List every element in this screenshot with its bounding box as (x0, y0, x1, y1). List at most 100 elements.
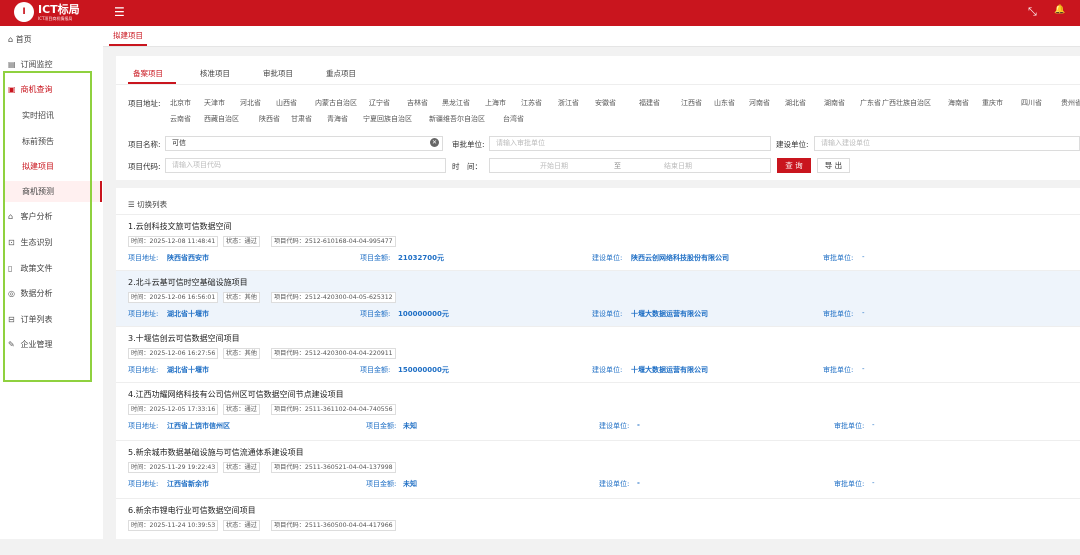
builder-value: - (637, 479, 640, 487)
region-option[interactable]: 广东省 (860, 98, 881, 108)
status-tag: 状态：通过 (223, 404, 260, 415)
list-item[interactable]: 5.新余城市数据基础设施与可信流通体系建设项目 时间：2025-11-29 19:… (116, 440, 1080, 497)
region-option[interactable]: 新疆维吾尔自治区 (429, 114, 485, 124)
address-label: 项目地址: (128, 480, 159, 488)
bell-icon[interactable]: 🔔 (1054, 5, 1065, 15)
approval-label: 审批单位: (834, 422, 865, 430)
region-option[interactable]: 江西省 (681, 98, 702, 108)
code-tag: 项目代码：2511-360500-04-04-417966 (271, 520, 396, 531)
approval-value: - (872, 479, 875, 487)
region-label: 项目地址: (128, 99, 161, 108)
region-option[interactable]: 重庆市 (982, 98, 1003, 108)
switch-list-toggle[interactable]: ☰ 切换列表 (128, 199, 167, 210)
logo-mark: I (14, 2, 34, 22)
selected-row-indicator (100, 181, 102, 202)
fullscreen-icon[interactable]: ⤡ (1028, 5, 1037, 19)
page-tabs: 拟建项目 (103, 26, 1080, 47)
approval-label: 审批单位: (823, 310, 854, 318)
logo-title: ICT标局 (38, 2, 80, 16)
subtab-key[interactable]: 重点项目 (326, 68, 356, 79)
project-name-input[interactable]: 可信 (165, 136, 443, 151)
start-date-input[interactable]: 开始日期 (540, 161, 568, 171)
address-label: 项目地址: (128, 254, 159, 262)
region-option[interactable]: 北京市 (170, 98, 191, 108)
builder-value: 十堰大数据运营有限公司 (631, 366, 708, 374)
project-title[interactable]: 4.江西功耀网络科技有公司信州区可信数据空间节点建设项目 (128, 389, 344, 400)
region-option[interactable]: 江苏省 (521, 98, 542, 108)
list-item[interactable]: 6.新余市锂电行业可信数据空间项目 时间：2025-11-24 10:39:53 状… (116, 498, 1080, 555)
menu-toggle-icon[interactable]: ☰ (114, 5, 125, 19)
region-option[interactable]: 广西壮族自治区 (882, 98, 931, 108)
list-item[interactable]: 3.十堰信创云可信数据空间项目 时间：2025-12-06 16:27:56 状态：… (116, 326, 1080, 383)
project-title[interactable]: 3.十堰信创云可信数据空间项目 (128, 333, 240, 344)
region-option[interactable]: 湖南省 (824, 98, 845, 108)
region-option[interactable]: 甘肃省 (291, 114, 312, 124)
approval-label: 审批单位: (834, 480, 865, 488)
time-tag: 时间：2025-12-06 16:27:56 (128, 348, 219, 359)
amount-label: 项目金额: (360, 366, 391, 374)
region-option[interactable]: 内蒙古自治区 (315, 98, 357, 108)
clear-icon[interactable]: ✕ (430, 138, 439, 147)
region-option[interactable]: 浙江省 (558, 98, 579, 108)
query-button[interactable]: 查 询 (777, 158, 811, 173)
time-tag: 时间：2025-12-06 16:56:01 (128, 292, 219, 303)
region-option[interactable]: 黑龙江省 (442, 98, 470, 108)
region-option[interactable]: 宁夏回族自治区 (363, 114, 412, 124)
region-option[interactable]: 青海省 (327, 114, 348, 124)
region-option[interactable]: 福建省 (639, 98, 660, 108)
subtab-approved[interactable]: 核准项目 (200, 68, 230, 79)
region-option[interactable]: 辽宁省 (369, 98, 390, 108)
region-option[interactable]: 湖北省 (785, 98, 806, 108)
project-title[interactable]: 5.新余城市数据基础设施与可信流通体系建设项目 (128, 447, 304, 458)
tab-proposed-projects[interactable]: 拟建项目 (109, 26, 147, 46)
approval-unit-label: 审批单位: (452, 140, 485, 149)
code-tag: 项目代码：2511-361102-04-04-740556 (271, 404, 396, 415)
sidebar-item-subscription[interactable]: ▤ 订阅监控 (8, 59, 53, 70)
region-option[interactable]: 安徽省 (595, 98, 616, 108)
approval-label: 审批单位: (823, 366, 854, 374)
region-option[interactable]: 云南省 (170, 114, 191, 124)
date-range-picker[interactable]: 开始日期 至 结束日期 (489, 158, 771, 173)
address-value: 湖北省十堰市 (167, 310, 209, 318)
builder-unit-label: 建设单位: (776, 140, 809, 149)
region-option[interactable]: 山西省 (276, 98, 297, 108)
status-tag: 状态：其他 (223, 292, 260, 303)
region-option[interactable]: 上海市 (485, 98, 506, 108)
region-option[interactable]: 天津市 (204, 98, 225, 108)
region-option[interactable]: 台湾省 (503, 114, 524, 124)
project-title[interactable]: 2.北斗云基可信时空基础设施项目 (128, 277, 248, 288)
code-tag: 项目代码：2512-420300-04-04-220911 (271, 348, 396, 359)
project-title[interactable]: 6.新余市锂电行业可信数据空间项目 (128, 505, 256, 516)
region-option[interactable]: 山东省 (714, 98, 735, 108)
approval-value: - (862, 309, 865, 317)
region-option[interactable]: 四川省 (1021, 98, 1042, 108)
end-date-input[interactable]: 结束日期 (664, 161, 692, 171)
app-logo[interactable]: I ICT标局 ICT项目商机情报局 (14, 2, 80, 22)
region-option[interactable]: 河北省 (240, 98, 261, 108)
region-option[interactable]: 吉林省 (407, 98, 428, 108)
subtab-review[interactable]: 审批项目 (263, 68, 293, 79)
region-option[interactable]: 海南省 (948, 98, 969, 108)
results-panel: ☰ 切换列表 1.云创科技文旅可信数据空间 时间：2025-12-08 11:48… (116, 188, 1080, 539)
sidebar-highlight-box (3, 71, 92, 382)
list-item[interactable]: 4.江西功耀网络科技有公司信州区可信数据空间节点建设项目 时间：2025-12-0… (116, 382, 1080, 439)
amount-value: 未知 (403, 422, 417, 430)
builder-unit-input[interactable]: 请输入建设单位 (814, 136, 1080, 151)
project-code-input[interactable]: 请输入项目代码 (165, 158, 446, 173)
list-item[interactable]: 1.云创科技文旅可信数据空间 时间：2025-12-08 11:48:41 状态：通… (116, 214, 1080, 271)
switch-list-label: 切换列表 (137, 200, 168, 209)
region-option[interactable]: 陕西省 (259, 114, 280, 124)
address-label: 项目地址: (128, 366, 159, 374)
list-item[interactable]: 2.北斗云基可信时空基础设施项目 时间：2025-12-06 16:56:01 状态… (116, 270, 1080, 327)
subtab-filing[interactable]: 备案项目 (133, 68, 163, 79)
approval-label: 审批单位: (823, 254, 854, 262)
sidebar-item-home[interactable]: ⌂ 首页 (8, 34, 32, 45)
region-option[interactable]: 河南省 (749, 98, 770, 108)
region-option[interactable]: 贵州省 (1061, 98, 1080, 108)
region-option[interactable]: 西藏自治区 (204, 114, 239, 124)
amount-value: 21032700元 (398, 254, 444, 262)
date-separator: 至 (614, 162, 621, 170)
approval-unit-input[interactable]: 请输入审批单位 (489, 136, 771, 151)
export-button[interactable]: 导 出 (817, 158, 850, 173)
project-title[interactable]: 1.云创科技文旅可信数据空间 (128, 221, 232, 232)
